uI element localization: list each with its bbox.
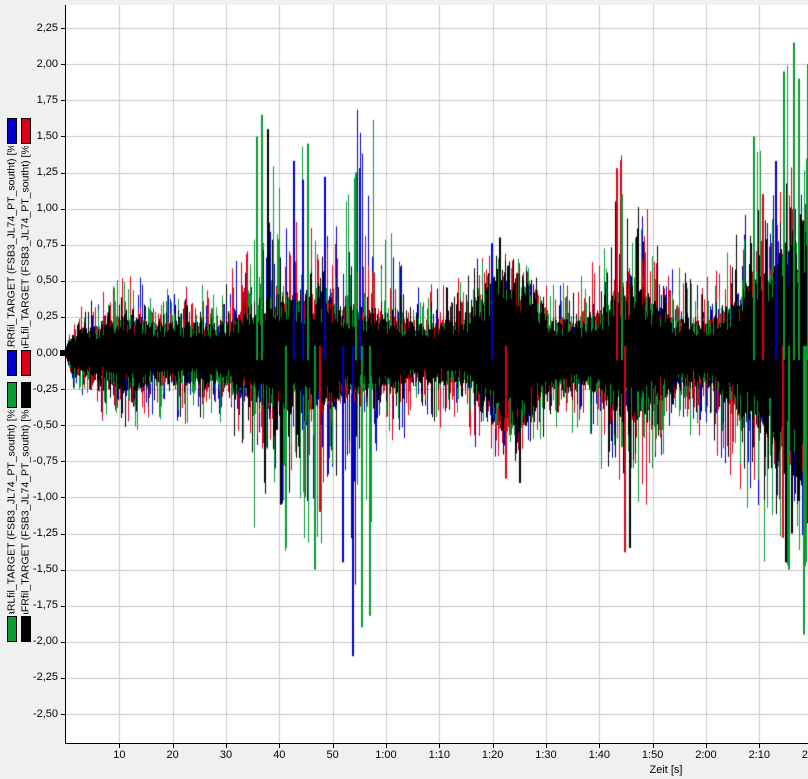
x-tick-label: 30 bbox=[204, 749, 248, 762]
y-tick-label: 0,50 bbox=[0, 274, 58, 287]
y-tick-label: 1,00 bbox=[0, 202, 58, 215]
channel-label-text: aRLfil_TARGET (FSB3_JL74_PT_southt) [%] bbox=[5, 410, 18, 614]
x-tick-mark bbox=[653, 744, 654, 748]
y-tick-mark bbox=[61, 100, 66, 101]
x-tick-label: 1:20 bbox=[471, 749, 515, 762]
x-tick-mark bbox=[599, 744, 600, 748]
y-tick-mark bbox=[61, 570, 66, 571]
signal-chart-window: aRRfil_TARGET (FSB3_JL74_PT_southt) [%]a… bbox=[0, 0, 808, 779]
y-tick-label: 1,25 bbox=[0, 166, 58, 179]
y-tick-mark bbox=[61, 389, 66, 390]
y-tick-mark bbox=[61, 209, 66, 210]
y-tick-mark bbox=[61, 534, 66, 535]
y-tick-mark bbox=[61, 64, 66, 65]
y-tick-mark bbox=[61, 28, 66, 29]
y-tick-mark bbox=[61, 642, 66, 643]
y-tick-label: 0,25 bbox=[0, 310, 58, 323]
y-tick-mark bbox=[61, 497, 66, 498]
y-tick-mark bbox=[61, 714, 66, 715]
x-axis-title: Zeit [s] bbox=[628, 764, 704, 776]
x-tick-label: 1:00 bbox=[364, 749, 408, 762]
x-tick-mark bbox=[226, 744, 227, 748]
y-tick-label: -1,25 bbox=[0, 527, 58, 540]
x-tick-mark bbox=[333, 744, 334, 748]
y-tick-mark bbox=[61, 425, 66, 426]
y-tick-label: -1,75 bbox=[0, 599, 58, 612]
x-tick-label: 40 bbox=[257, 749, 301, 762]
y-tick-label: -0,50 bbox=[0, 419, 58, 432]
x-tick-label: 50 bbox=[311, 749, 355, 762]
y-tick-mark bbox=[61, 461, 66, 462]
y-tick-mark bbox=[61, 281, 66, 282]
y-tick-label: -0,75 bbox=[0, 455, 58, 468]
y-tick-label: 0,00 bbox=[0, 347, 58, 360]
y-tick-label: -2,00 bbox=[0, 635, 58, 648]
y-tick-mark bbox=[61, 136, 66, 137]
x-tick-label: 1:40 bbox=[577, 749, 621, 762]
y-tick-mark bbox=[61, 353, 66, 354]
x-tick-mark bbox=[493, 744, 494, 748]
x-tick-label: 1:30 bbox=[524, 749, 568, 762]
x-tick-label: 2:00 bbox=[684, 749, 728, 762]
x-tick-mark bbox=[279, 744, 280, 748]
x-tick-mark bbox=[386, 744, 387, 748]
y-tick-mark bbox=[61, 606, 66, 607]
x-tick-mark bbox=[439, 744, 440, 748]
x-tick-mark bbox=[759, 744, 760, 748]
plot-area[interactable] bbox=[65, 5, 808, 744]
y-tick-label: -2,50 bbox=[0, 708, 58, 721]
x-tick-mark bbox=[706, 744, 707, 748]
y-tick-label: 0,75 bbox=[0, 238, 58, 251]
y-tick-label: 2,00 bbox=[0, 58, 58, 71]
y-tick-label: 1,75 bbox=[0, 94, 58, 107]
x-tick-mark bbox=[119, 744, 120, 748]
waveform-canvas[interactable] bbox=[66, 5, 808, 743]
channel-label-text: aFRfil_TARGET (FSB3_JL74_PT_southt) [%] bbox=[19, 410, 32, 614]
x-tick-label: 1:10 bbox=[417, 749, 461, 762]
y-tick-label: -1,50 bbox=[0, 563, 58, 576]
y-tick-label: -0,25 bbox=[0, 383, 58, 396]
y-tick-mark bbox=[61, 173, 66, 174]
x-tick-label: 1:50 bbox=[631, 749, 675, 762]
x-tick-mark bbox=[173, 744, 174, 748]
y-tick-label: -1,00 bbox=[0, 491, 58, 504]
y-tick-mark bbox=[61, 245, 66, 246]
y-tick-mark bbox=[61, 317, 66, 318]
x-tick-label: 2:10 bbox=[737, 749, 781, 762]
x-tick-label: 10 bbox=[97, 749, 141, 762]
y-tick-label: 2,25 bbox=[0, 22, 58, 35]
x-tick-label: 2:20 bbox=[791, 749, 808, 762]
x-tick-mark bbox=[546, 744, 547, 748]
x-tick-label: 20 bbox=[151, 749, 195, 762]
y-tick-label: 1,50 bbox=[0, 130, 58, 143]
y-tick-mark bbox=[61, 678, 66, 679]
y-tick-label: -2,25 bbox=[0, 671, 58, 684]
